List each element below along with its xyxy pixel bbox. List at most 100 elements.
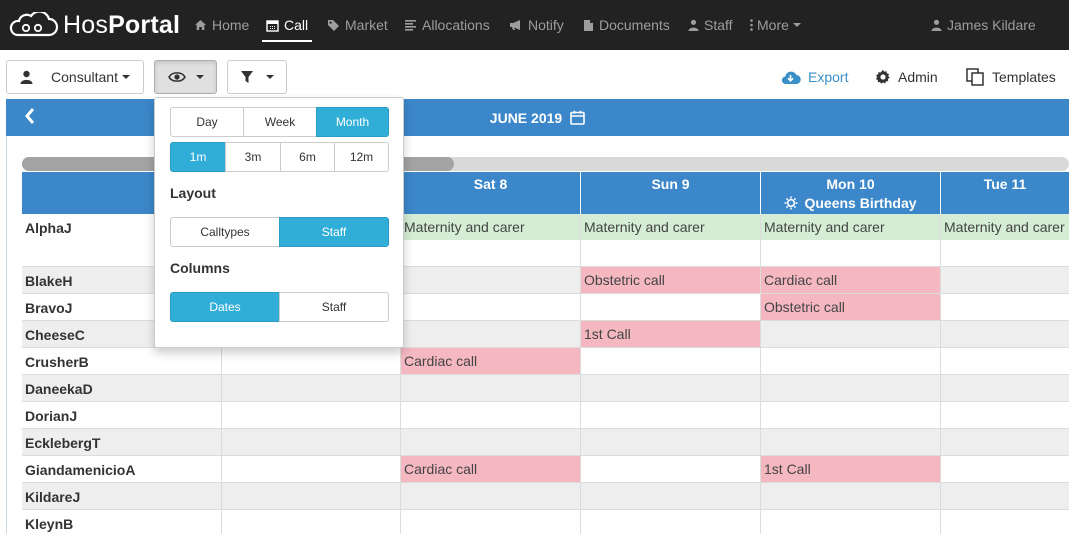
staff-name[interactable]: DorianJ: [25, 408, 77, 424]
top-navbar: HosPortal Home Call Market Allocations N…: [0, 0, 1069, 50]
nav-notify[interactable]: Notify: [509, 0, 564, 50]
user-icon: [931, 19, 942, 31]
staff-name[interactable]: CrusherB: [25, 354, 89, 370]
day-header: Mon 10 Queens Birthday: [760, 172, 940, 214]
column-divider: [760, 214, 761, 534]
leave-cell[interactable]: Maternity and carer: [401, 214, 580, 240]
columns-staff-button[interactable]: Staff: [279, 292, 389, 322]
admin-button[interactable]: Admin: [875, 60, 938, 94]
staff-name[interactable]: GiandamenicioA: [25, 462, 135, 478]
day-label: Tue 11: [983, 176, 1027, 192]
nav-market-label: Market: [345, 17, 388, 33]
day-header: Tue 11: [940, 172, 1069, 214]
filter-icon: [240, 70, 254, 84]
nav-call-label: Call: [284, 17, 309, 33]
user-name: James Kildare: [947, 17, 1036, 33]
holiday-name: Queens Birthday: [804, 195, 917, 211]
nav-call[interactable]: Call: [261, 0, 313, 50]
call-cell[interactable]: Cardiac call: [401, 456, 580, 482]
column-divider: [940, 214, 941, 534]
columns-label: Columns: [170, 260, 230, 276]
staff-name[interactable]: CheeseC: [25, 327, 85, 343]
file-icon: [583, 19, 594, 32]
nav-market[interactable]: Market: [327, 0, 388, 50]
call-cell[interactable]: Obstetric call: [581, 267, 760, 293]
nav-allocations[interactable]: Allocations: [404, 0, 490, 50]
nav-staff[interactable]: Staff: [688, 0, 733, 50]
role-dropdown-button[interactable]: Consultant: [6, 60, 144, 94]
home-icon: [194, 19, 207, 31]
filter-button[interactable]: [227, 60, 287, 94]
nav-more-label: More: [757, 17, 789, 33]
cloud-download-icon: [780, 70, 801, 85]
row-divider: [22, 509, 1069, 510]
export-label: Export: [808, 69, 849, 85]
table-row: [22, 510, 1069, 534]
call-cell[interactable]: Cardiac call: [401, 348, 580, 374]
app-logo[interactable]: HosPortal: [7, 9, 180, 41]
holiday-label: Queens Birthday: [761, 195, 940, 211]
view-options-popover: Day Week Month 1m 3m 6m 12m Layout Callt…: [154, 97, 404, 348]
staff-name[interactable]: KildareJ: [25, 489, 80, 505]
user-menu[interactable]: James Kildare: [931, 0, 1036, 50]
layout-label: Layout: [170, 185, 216, 201]
layout-calltypes-button[interactable]: Calltypes: [170, 217, 280, 247]
nav-home[interactable]: Home: [194, 0, 249, 50]
staff-name[interactable]: BravoJ: [25, 300, 72, 316]
call-cell[interactable]: Obstetric call: [761, 294, 940, 320]
table-row: [22, 375, 1069, 402]
chevron-down-icon: [121, 75, 130, 79]
eye-icon: [167, 71, 186, 83]
table-row: [22, 402, 1069, 429]
nav-home-label: Home: [212, 17, 250, 33]
nav-documents[interactable]: Documents: [583, 0, 670, 50]
nav-staff-label: Staff: [704, 17, 733, 33]
templates-button[interactable]: Templates: [966, 60, 1056, 94]
gear-icon: [875, 69, 891, 85]
table-row: [22, 483, 1069, 510]
range-12m-button[interactable]: 12m: [334, 142, 389, 172]
columns-dates-button[interactable]: Dates: [170, 292, 280, 322]
call-cell[interactable]: Cardiac call: [761, 267, 940, 293]
staff-name[interactable]: AlphaJ: [25, 220, 72, 236]
staff-name[interactable]: EcklebergT: [25, 435, 100, 451]
call-cell[interactable]: 1st Call: [581, 321, 760, 347]
leave-cell[interactable]: Maternity and carer: [941, 214, 1069, 240]
logo-text: HosPortal: [63, 10, 181, 39]
range-6m-button[interactable]: 6m: [280, 142, 335, 172]
day-label: Sat 8: [473, 176, 508, 192]
leave-cell[interactable]: Maternity and carer: [761, 214, 940, 240]
chevron-down-icon: [792, 23, 801, 27]
sun-icon: [784, 196, 798, 210]
range-1m-button[interactable]: 1m: [170, 142, 226, 172]
day-label: Mon 10: [826, 176, 875, 192]
period-month-button[interactable]: Month: [316, 107, 389, 137]
tag-icon: [327, 19, 340, 32]
layout-staff-button[interactable]: Staff: [279, 217, 389, 247]
row-divider: [22, 428, 1069, 429]
user-icon: [688, 19, 699, 31]
column-divider: [580, 214, 581, 534]
staff-name[interactable]: BlakeH: [25, 273, 72, 289]
range-3m-button[interactable]: 3m: [225, 142, 281, 172]
period-week-button[interactable]: Week: [243, 107, 317, 137]
calendar-icon[interactable]: [570, 110, 585, 125]
calendar-icon: [266, 19, 279, 32]
staff-name[interactable]: KleynB: [25, 516, 73, 532]
view-options-button[interactable]: [154, 60, 217, 94]
nav-more-dropdown[interactable]: More: [750, 0, 801, 50]
staff-name[interactable]: DaneekaD: [25, 381, 93, 397]
bullhorn-icon: [509, 19, 523, 31]
call-cell[interactable]: 1st Call: [761, 456, 940, 482]
row-divider: [22, 482, 1069, 483]
day-label: Sun 9: [651, 176, 690, 192]
nav-allocations-label: Allocations: [422, 17, 490, 33]
row-divider: [22, 401, 1069, 402]
period-day-button[interactable]: Day: [170, 107, 244, 137]
list-icon: [404, 19, 417, 31]
leave-cell[interactable]: Maternity and carer: [581, 214, 760, 240]
user-icon: [20, 70, 33, 84]
month-label[interactable]: JUNE 2019: [490, 110, 562, 126]
ellipsis-vertical-icon: [750, 19, 753, 31]
export-button[interactable]: Export: [780, 60, 848, 94]
